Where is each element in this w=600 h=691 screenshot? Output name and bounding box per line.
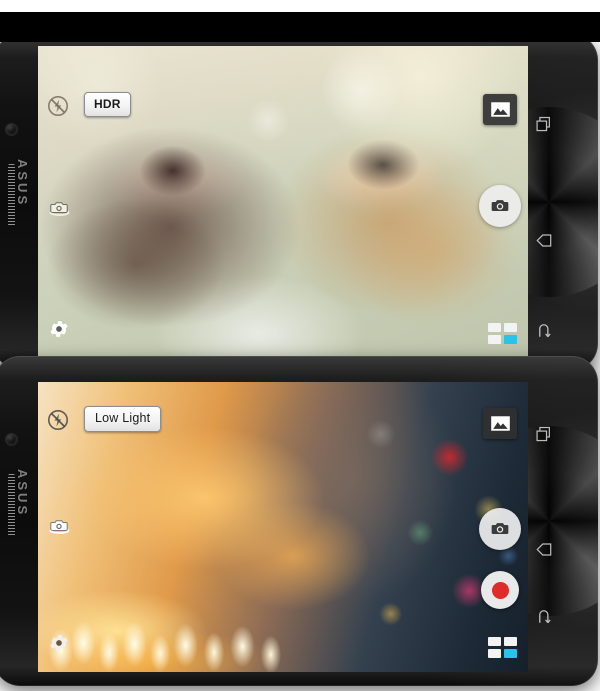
bottom-return-button[interactable] bbox=[536, 608, 552, 630]
bottom-mode-badge: Low Light bbox=[84, 406, 162, 432]
return-icon bbox=[539, 610, 551, 624]
video-record-icon bbox=[491, 581, 509, 599]
top-recents-button[interactable] bbox=[535, 116, 552, 138]
screenshot-stage: ASUS HDR ASUS Low Light bbox=[0, 0, 600, 691]
switch-camera-icon bbox=[49, 520, 70, 534]
top-mode-badge-label: HDR bbox=[84, 92, 131, 117]
return-icon bbox=[539, 324, 551, 338]
mode-cell-4-active bbox=[504, 649, 517, 658]
top-mode-grid-button[interactable] bbox=[488, 323, 517, 344]
mode-cell-3 bbox=[488, 649, 501, 658]
bottom-recents-button[interactable] bbox=[535, 426, 552, 448]
top-switch-camera-button[interactable] bbox=[46, 196, 72, 220]
bottom-flash-button[interactable] bbox=[46, 408, 70, 432]
bottom-mode-badge-label: Low Light bbox=[84, 406, 162, 432]
bottom-shutter-button[interactable] bbox=[479, 508, 521, 550]
top-gallery-button[interactable] bbox=[483, 94, 517, 125]
bottom-back-button[interactable] bbox=[535, 541, 553, 563]
bottom-gallery-button[interactable] bbox=[483, 408, 517, 439]
mode-cell-2 bbox=[504, 323, 517, 332]
top-device-metal-fan-texture bbox=[520, 34, 598, 370]
recents-icon bbox=[536, 116, 550, 132]
top-device-asus-logo: ASUS bbox=[15, 159, 30, 208]
top-mode-badge: HDR bbox=[84, 92, 131, 117]
back-icon bbox=[536, 234, 552, 247]
recents-icon bbox=[536, 426, 550, 442]
switch-camera-icon bbox=[49, 202, 70, 216]
top-device-offscreen-body bbox=[0, 12, 600, 42]
mode-cell-1 bbox=[488, 323, 501, 332]
bottom-device-front-camera bbox=[6, 434, 17, 445]
bottom-device-screen: Low Light bbox=[38, 382, 528, 672]
mode-cell-3 bbox=[488, 335, 501, 344]
top-settings-button[interactable] bbox=[48, 318, 70, 340]
top-device-screen: HDR bbox=[38, 46, 528, 358]
bottom-switch-camera-button[interactable] bbox=[46, 514, 72, 538]
bottom-record-button[interactable] bbox=[481, 571, 519, 609]
settings-gear-icon bbox=[50, 321, 68, 337]
page-top-margin bbox=[0, 0, 600, 12]
mode-cell-2 bbox=[504, 637, 517, 646]
mode-cell-4-active bbox=[504, 335, 517, 344]
bottom-device-metal-fan-texture bbox=[520, 356, 598, 686]
mode-cell-1 bbox=[488, 637, 501, 646]
settings-gear-icon bbox=[50, 635, 68, 651]
gallery-thumbnail-icon bbox=[490, 102, 510, 117]
bottom-device-asus-logo: ASUS bbox=[15, 469, 30, 518]
top-back-button[interactable] bbox=[535, 232, 553, 254]
bottom-mode-grid-button[interactable] bbox=[488, 637, 517, 658]
top-return-button[interactable] bbox=[536, 322, 552, 344]
top-device: ASUS HDR bbox=[0, 34, 598, 370]
top-flash-button[interactable] bbox=[46, 94, 70, 118]
bottom-device-earpiece-grille bbox=[8, 474, 15, 536]
top-device-earpiece-grille bbox=[8, 164, 15, 226]
top-shutter-button[interactable] bbox=[479, 185, 521, 227]
camera-shutter-icon bbox=[491, 523, 509, 534]
flash-off-icon bbox=[48, 410, 68, 430]
back-icon bbox=[536, 543, 552, 556]
bottom-settings-button[interactable] bbox=[48, 632, 70, 654]
flash-off-icon bbox=[48, 96, 68, 116]
bottom-device: ASUS Low Light bbox=[0, 356, 598, 686]
top-device-front-camera bbox=[6, 124, 17, 135]
camera-shutter-icon bbox=[491, 200, 509, 211]
gallery-thumbnail-icon bbox=[490, 416, 510, 431]
